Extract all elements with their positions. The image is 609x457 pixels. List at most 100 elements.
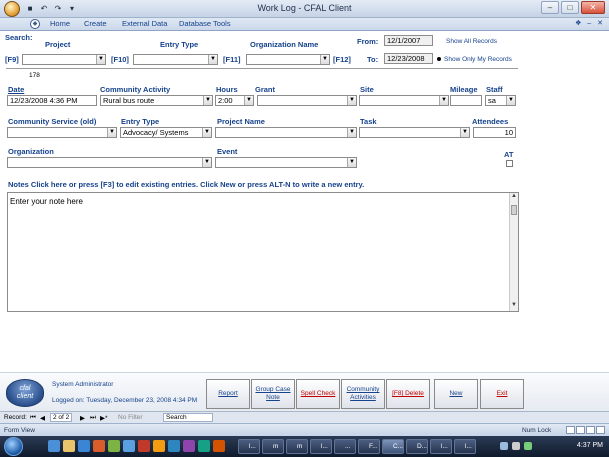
dropdown-arrow-icon[interactable]: ▼ [347,158,356,167]
scroll-up-icon[interactable]: ▲ [510,193,518,202]
filter-status[interactable]: No Filter [118,414,143,421]
community-service-combo[interactable]: ▼ [7,127,117,138]
app-icon[interactable] [168,440,180,452]
dropdown-arrow-icon[interactable]: ▼ [439,96,448,105]
start-button[interactable] [4,437,23,456]
dropdown-arrow-icon[interactable]: ▼ [347,128,356,137]
layout-view-icon[interactable] [586,426,595,434]
dropdown-arrow-icon[interactable]: ▼ [347,96,356,105]
entry-type-search-combo[interactable]: ▼ [133,54,218,65]
dropdown-arrow-icon[interactable]: ▼ [202,128,211,137]
ribbon-help-icons[interactable]: ❖ – ✕ [575,19,605,27]
project-name-combo[interactable]: ▼ [215,127,357,138]
new-record-icon[interactable]: ▶* [100,414,108,422]
taskbar-button[interactable]: F... [358,439,380,454]
dropdown-arrow-icon[interactable]: ▼ [244,96,253,105]
tray-volume-icon[interactable] [512,442,520,450]
entry-type-combo[interactable]: Advocacy/ Systems ▼ [120,127,212,138]
app-icon[interactable] [183,440,195,452]
taskbar-button[interactable]: ... [334,439,356,454]
explorer-icon[interactable] [63,440,75,452]
attendees-field[interactable]: 10 [473,127,516,138]
datasheet-view-icon[interactable] [576,426,585,434]
mileage-field[interactable] [450,95,482,106]
staff-combo[interactable]: sa ▼ [485,95,516,106]
previous-record-icon[interactable]: ◀ [40,414,45,422]
taskbar-button[interactable]: l... [238,439,260,454]
first-record-icon[interactable]: ⏮ [30,414,36,422]
tray-app-icon[interactable] [524,442,532,450]
taskbar-button[interactable]: l... [454,439,476,454]
app-icon[interactable] [108,440,120,452]
spell-check-button[interactable]: Spell Check [296,379,340,409]
undo-icon[interactable]: ↶ [38,3,50,14]
event-combo[interactable]: ▼ [215,157,357,168]
design-view-icon[interactable] [596,426,605,434]
dropdown-arrow-icon[interactable]: ▼ [460,128,469,137]
next-record-icon[interactable]: ▶ [80,414,85,422]
tab-create[interactable]: Create [84,19,107,28]
site-combo[interactable]: ▼ [359,95,449,106]
app-icon[interactable] [198,440,210,452]
redo-icon[interactable]: ↷ [52,3,64,14]
task-combo[interactable]: ▼ [359,127,470,138]
customize-icon[interactable]: ▾ [66,3,78,14]
dropdown-arrow-icon[interactable]: ▼ [202,158,211,167]
from-date-field[interactable]: 12/1/2007 [384,35,433,46]
minimize-button[interactable]: – [541,1,559,14]
notes-textarea[interactable]: Enter your note here ▲ ▼ [7,192,519,312]
ie-icon[interactable] [78,440,90,452]
organization-combo[interactable]: ▼ [7,157,212,168]
office-button[interactable] [4,1,20,17]
new-button[interactable]: New [434,379,478,409]
report-button[interactable]: Report [206,379,250,409]
to-date-field[interactable]: 12/23/2008 [384,53,433,64]
scroll-thumb[interactable] [511,205,517,215]
record-search-field[interactable]: Search [163,413,213,422]
dropdown-arrow-icon[interactable]: ▼ [506,96,515,105]
form-view-icon[interactable] [566,426,575,434]
taskbar-button[interactable]: l... [430,439,452,454]
dropdown-arrow-icon[interactable]: ▼ [208,55,217,64]
tab-home[interactable]: Home [50,19,70,28]
last-record-icon[interactable]: ⏭ [90,414,96,422]
show-all-records-option[interactable]: Show All Records [446,38,497,45]
dropdown-arrow-icon[interactable]: ▼ [107,128,116,137]
app-icon[interactable] [213,440,225,452]
tray-network-icon[interactable] [500,442,508,450]
hours-combo[interactable]: 2:00 ▼ [215,95,254,106]
project-search-combo[interactable]: ▼ [22,54,106,65]
dropdown-arrow-icon[interactable]: ▼ [96,55,105,64]
app-icon[interactable] [138,440,150,452]
current-record-field[interactable]: 2 of 2 [50,413,73,422]
tab-database-tools[interactable]: Database Tools [179,19,231,28]
taskbar-button[interactable]: m [262,439,284,454]
dropdown-arrow-icon[interactable]: ▼ [203,96,212,105]
notes-scrollbar[interactable]: ▲ ▼ [509,193,518,311]
save-icon[interactable]: ■ [24,3,36,14]
show-only-my-records-option[interactable]: Show Only My Records [437,56,512,63]
date-field[interactable]: 12/23/2008 4:36 PM [7,95,97,106]
scroll-down-icon[interactable]: ▼ [510,302,518,311]
taskbar-button[interactable]: l... [310,439,332,454]
close-button[interactable]: ✕ [581,1,605,14]
community-activity-combo[interactable]: Rural bus route ▼ [100,95,213,106]
taskbar-button-active[interactable]: C... [382,439,404,454]
at-checkbox[interactable] [506,160,513,167]
grant-combo[interactable]: ▼ [257,95,357,106]
taskbar-button[interactable]: m [286,439,308,454]
exit-button[interactable]: Exit [480,379,524,409]
app-icon[interactable] [93,440,105,452]
app-icon[interactable] [123,440,135,452]
maximize-button[interactable]: □ [561,1,579,14]
app-icon[interactable] [153,440,165,452]
delete-button[interactable]: [F8] Delete [386,379,430,409]
organization-search-combo[interactable]: ▼ [246,54,330,65]
group-case-note-button[interactable]: Group Case Note [251,379,295,409]
taskbar-button[interactable]: D... [406,439,428,454]
show-desktop-icon[interactable] [48,440,60,452]
community-activities-button[interactable]: Community Activities [341,379,385,409]
notes-instructions[interactable]: Notes Click here or press [F3] to edit e… [8,180,364,189]
tab-external-data[interactable]: External Data [122,19,167,28]
dropdown-arrow-icon[interactable]: ▼ [320,55,329,64]
